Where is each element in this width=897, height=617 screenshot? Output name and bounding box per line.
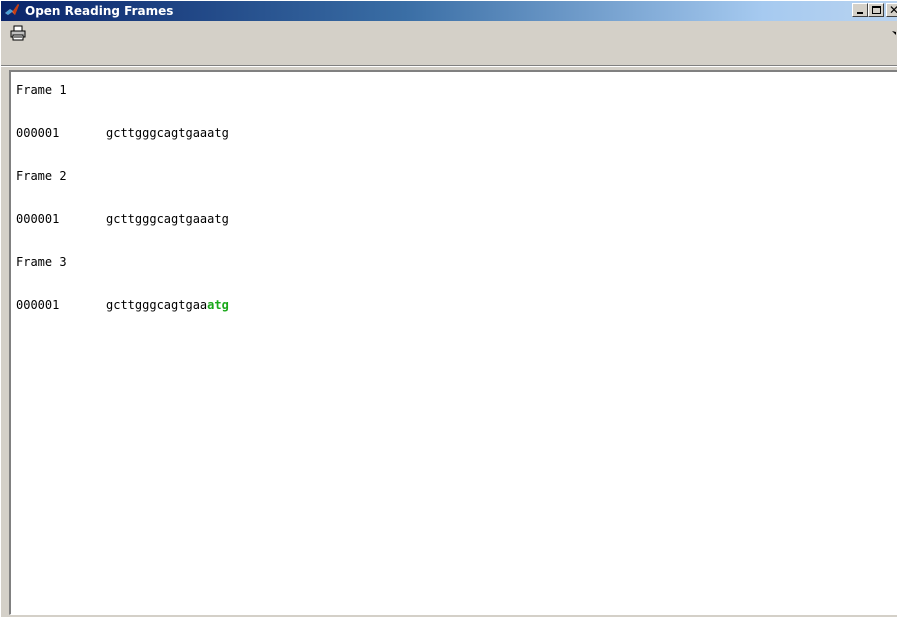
printer-icon[interactable] (9, 25, 27, 41)
window-title: Open Reading Frames (25, 4, 174, 18)
close-icon: ✕ (889, 3, 897, 17)
close-button[interactable]: ✕ (886, 3, 897, 17)
minimize-icon (857, 12, 863, 14)
toolbar-overflow-icon[interactable] (892, 30, 897, 36)
frame-label: Frame 2 (16, 169, 67, 183)
sequence-bases: gcttgggcagtgaaatg (106, 126, 229, 140)
maximize-button[interactable] (868, 3, 884, 17)
sequence-display[interactable]: Frame 1 000001 gcttgggcagtgaaatg Frame 2 … (9, 70, 897, 615)
title-bar[interactable]: Open Reading Frames ✕ (1, 1, 897, 21)
sequence-text: Frame 1 000001 gcttgggcagtgaaatg Frame 2 … (16, 80, 229, 338)
orf-window: Open Reading Frames ✕ Frame 1 000001 gctt… (0, 0, 897, 617)
window-controls: ✕ (852, 3, 897, 19)
maximize-icon (872, 6, 881, 14)
sequence-index: 000001 (16, 126, 60, 140)
sequence-bases: gcttgggcagtgaa (106, 298, 208, 312)
sequence-index: 000001 (16, 298, 60, 312)
start-codon-highlight: atg (207, 298, 229, 312)
frame-label: Frame 1 (16, 83, 67, 97)
sequence-bases: gcttgggcagtgaaatg (106, 212, 229, 226)
toolbar (1, 21, 897, 65)
sequence-row: 000001 gcttgggcagtgaaatg (16, 209, 229, 252)
frame-label: Frame 3 (16, 255, 67, 269)
sequence-index: 000001 (16, 212, 60, 226)
sequence-row: 000001 gcttgggcagtgaaatg (16, 123, 229, 166)
minimize-button[interactable] (852, 3, 868, 17)
sequence-row: 000001 gcttgggcagtgaaatg (16, 295, 229, 338)
matlab-icon[interactable] (4, 3, 20, 19)
toolbar-divider (1, 65, 897, 67)
